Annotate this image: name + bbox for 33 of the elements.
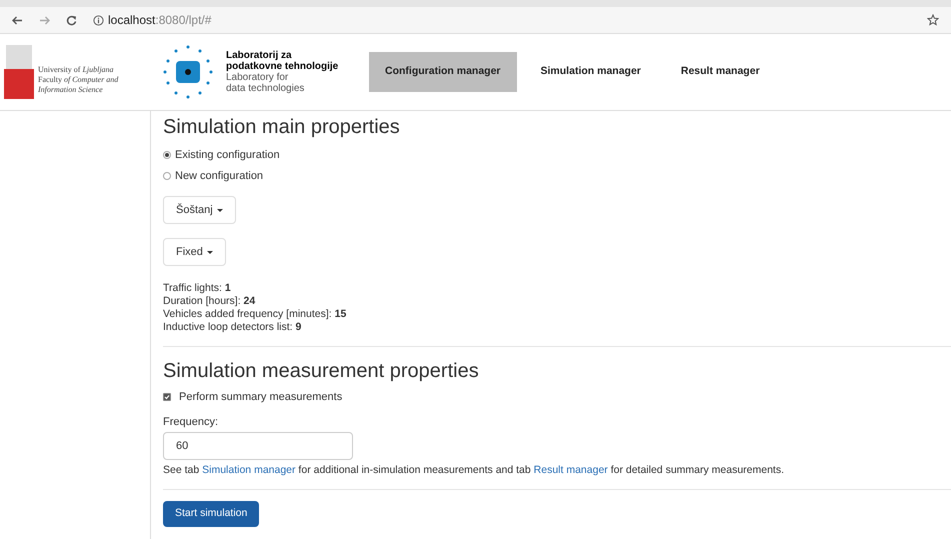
dropdown-button[interactable]: Šoštanj [163, 196, 236, 224]
checkbox[interactable] [163, 393, 171, 402]
frequency-field[interactable]: 60 [163, 432, 353, 460]
property-line: Vehicles added frequency [minutes]: 15 [163, 308, 348, 321]
checkbox-label: Perform summary measurements [179, 390, 342, 405]
nav-tab[interactable]: Simulation manager [524, 52, 657, 92]
lab-subtitle: Laboratory for data technologies [226, 72, 306, 94]
university-name: University of Ljubljana Faculty of Computer and Information Science [38, 65, 118, 96]
property-line: Duration [hours]: 24 [163, 295, 256, 308]
radio-label: Existing configuration [175, 148, 280, 163]
radio-button[interactable] [163, 172, 171, 180]
section-title: Simulation main properties [163, 115, 401, 139]
section-title: Simulation measurement properties [163, 359, 480, 383]
caret-icon [206, 250, 213, 254]
info-icon [93, 14, 104, 26]
nav-tab[interactable]: Result manager [664, 52, 776, 92]
dropdown-button[interactable]: Fixed [163, 238, 226, 266]
caret-icon [216, 208, 223, 212]
reload-icon[interactable] [66, 14, 77, 26]
start-simulation-button[interactable]: Start simulation [163, 500, 260, 527]
radio-button[interactable] [163, 151, 171, 160]
info-paragraph: See tab Simulation manager for additional in-simulation measurements and tab Result manager for detailed summary measurements. [163, 463, 786, 478]
radio-label: New configuration [175, 168, 264, 184]
nav-tab[interactable]: Configuration manager [369, 52, 517, 92]
field-label: Frequency: [163, 414, 220, 430]
link[interactable]: Result manager [534, 464, 608, 476]
lab-title: Laboratorij za podatkovne tehnologije [226, 50, 340, 72]
property-line: Traffic lights: 1 [163, 282, 232, 295]
link[interactable]: Simulation manager [202, 464, 296, 476]
star-icon[interactable] [927, 14, 939, 26]
dotted-logo-icon [162, 43, 214, 101]
back-icon[interactable] [12, 16, 23, 24]
property-line: Inductive loop detectors list: 9 [163, 321, 302, 334]
